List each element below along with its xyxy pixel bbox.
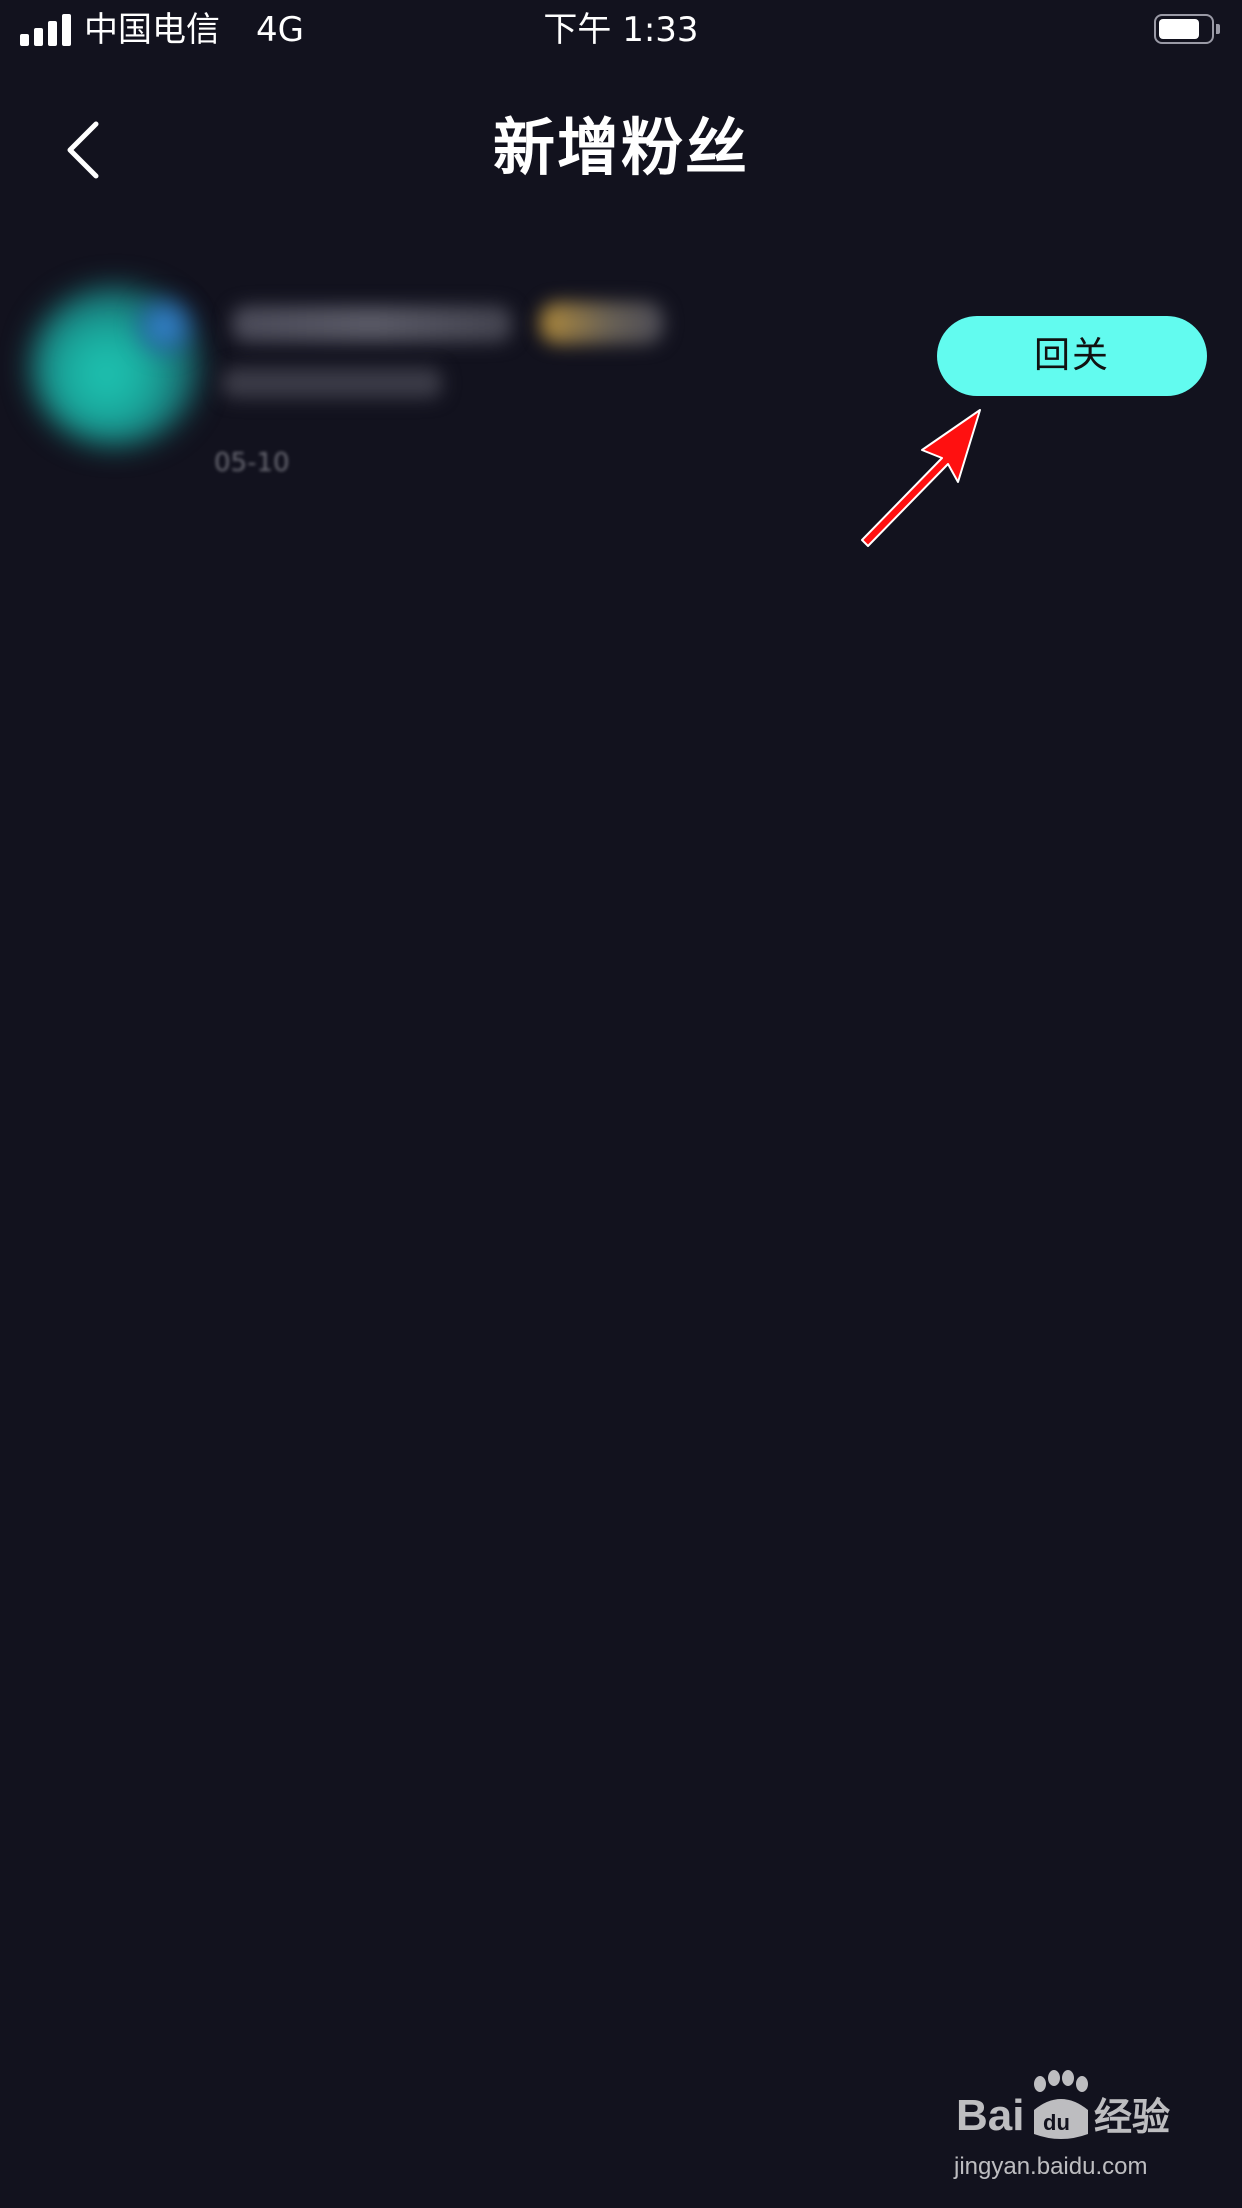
- battery-icon: [1154, 14, 1224, 48]
- status-bar: 中国电信 4G 下午 1:33: [0, 0, 1242, 62]
- baidu-jingyan-logo: Bai du 经验: [956, 2070, 1170, 2140]
- baidu-watermark: Bai du 经验 jingyan.baidu.com: [950, 2070, 1190, 2190]
- blurred-username: [232, 306, 512, 342]
- page-title: 新增粉丝: [492, 111, 749, 184]
- follow-date: 05-10: [214, 448, 290, 478]
- follow-back-button[interactable]: 回关: [937, 316, 1207, 396]
- svg-text:Bai: Bai: [956, 2091, 1024, 2140]
- watermark-url: jingyan.baidu.com: [954, 2153, 1148, 2180]
- nav-bar: 新增粉丝: [0, 62, 1242, 228]
- svg-text:经验: 经验: [1094, 2095, 1170, 2139]
- blurred-level-badge: [540, 302, 664, 344]
- status-time: 下午 1:33: [543, 10, 699, 50]
- blurred-description: [222, 368, 442, 398]
- avatar-verified-badge: [135, 296, 195, 356]
- svg-text:du: du: [1043, 2110, 1070, 2135]
- annotation-arrow-icon: [861, 409, 981, 547]
